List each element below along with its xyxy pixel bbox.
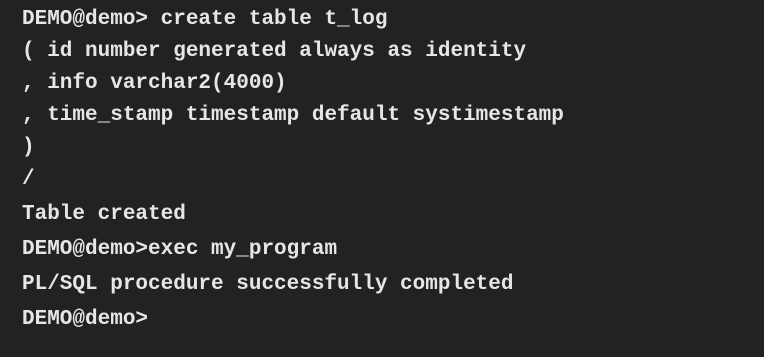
terminal-line-timestamp-column: , time_stamp timestamp default systimest… (22, 104, 564, 127)
terminal-line-create-table: DEMO@demo> create table t_log (22, 8, 388, 31)
terminal-prompt[interactable]: DEMO@demo> (22, 304, 764, 336)
terminal-line-slash: / (22, 168, 35, 191)
terminal-line-id-column: ( id number generated always as identity (22, 40, 527, 63)
terminal-window[interactable]: DEMO@demo> create table t_log ( id numbe… (0, 0, 764, 357)
terminal-line-close-paren: ) (22, 136, 35, 159)
terminal-line-plsql-completed: PL/SQL procedure successfully completed (22, 273, 514, 296)
terminal-line-exec-program: DEMO@demo>exec my_program (22, 238, 338, 261)
terminal-line-info-column: , info varchar2(4000) (22, 72, 287, 95)
terminal-line-table-created: Table created (22, 203, 186, 226)
